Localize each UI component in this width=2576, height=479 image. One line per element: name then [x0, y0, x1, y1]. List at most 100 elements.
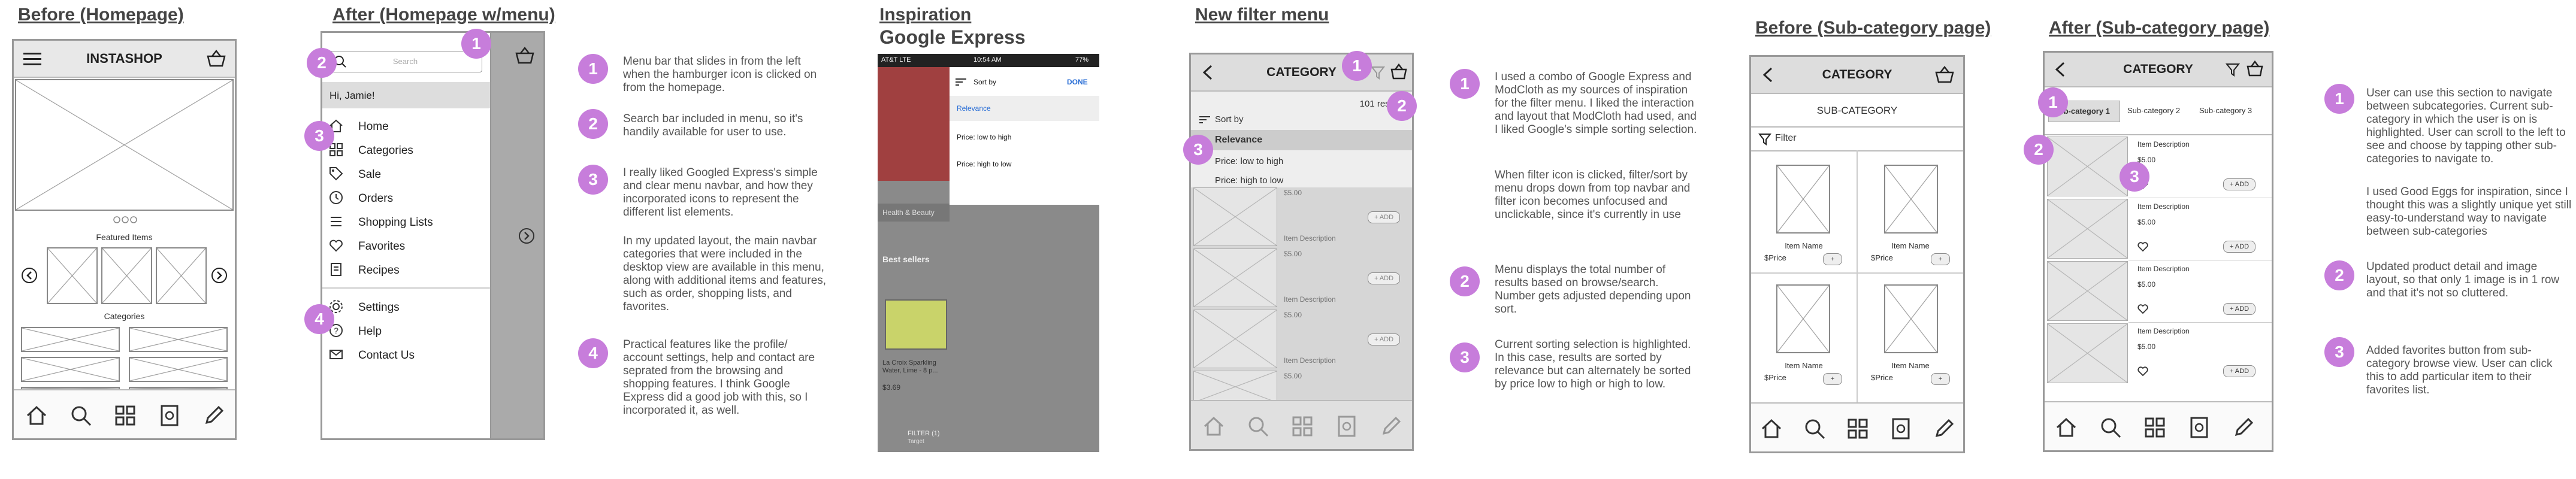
basket-icon[interactable] — [2246, 60, 2264, 77]
item-price: $5.00 — [1284, 189, 1302, 197]
category-tile-3[interactable] — [21, 357, 120, 382]
grid-icon[interactable] — [2143, 416, 2167, 439]
note-badge-2: 2 — [2324, 260, 2354, 290]
menu-item-home[interactable]: Home — [328, 116, 532, 137]
menu-item-contact-us[interactable]: Contact Us — [328, 344, 532, 366]
featured-item-1[interactable] — [47, 247, 98, 304]
category-tile-1[interactable] — [21, 327, 120, 352]
home-icon[interactable] — [1759, 417, 1783, 441]
sort-option-low-high[interactable]: Price: low to high — [1215, 156, 1283, 166]
section-title-before-homepage: Before (Homepage) — [18, 5, 184, 25]
menu-search-input[interactable]: Search — [328, 51, 482, 72]
filter-label: FILTER (1) — [908, 430, 940, 437]
lists-icon[interactable] — [2187, 416, 2211, 439]
sort-option-low-high[interactable]: Price: low to high — [957, 133, 1011, 141]
menu-item-label: Categories — [358, 144, 413, 157]
menu-item-shopping-lists[interactable]: Shopping Lists — [328, 211, 532, 233]
menu-divider — [322, 287, 490, 289]
home-icon[interactable] — [2054, 416, 2078, 439]
add-button[interactable]: + ADD — [2223, 241, 2255, 253]
search-icon[interactable] — [1803, 417, 1827, 441]
product-image[interactable] — [2047, 137, 2128, 196]
basket-icon[interactable] — [206, 49, 226, 67]
product-image[interactable] — [2047, 261, 2128, 321]
chevron-right-icon[interactable] — [211, 267, 228, 284]
note-text-3: Current sorting selection is highlighted… — [1495, 338, 1691, 390]
menu-item-label: Recipes — [358, 264, 400, 277]
heart-icon[interactable] — [2137, 242, 2148, 251]
add-button[interactable]: + ADD — [2223, 303, 2255, 315]
item-name: Item Name — [1785, 241, 1823, 250]
add-button: + ADD — [1368, 334, 1400, 345]
basket-icon[interactable] — [515, 46, 535, 64]
menu-item-orders[interactable]: Orders — [328, 187, 532, 209]
sort-option-relevance[interactable]: Relevance — [950, 96, 1099, 121]
filter-icon — [1758, 134, 1771, 145]
add-button[interactable]: + — [1823, 373, 1842, 385]
item-price: $5.00 — [2137, 218, 2156, 226]
search-icon[interactable] — [2099, 416, 2123, 439]
add-button[interactable]: + ADD — [2223, 365, 2255, 377]
note-badge-3: 3 — [1450, 342, 1480, 372]
chevron-left-icon[interactable] — [21, 267, 38, 284]
lists-icon[interactable] — [158, 404, 182, 428]
basket-icon[interactable] — [1934, 65, 1955, 83]
product-image[interactable] — [1884, 165, 1938, 234]
grid-icon[interactable] — [113, 404, 137, 428]
filter-icon[interactable] — [2226, 62, 2240, 77]
app-title: INSTASHOP — [86, 51, 162, 66]
product-image[interactable] — [1776, 165, 1830, 234]
tab-subcategory-3[interactable]: Sub-category 3 — [2199, 106, 2252, 115]
carousel-dots[interactable] — [113, 216, 137, 223]
search-icon[interactable] — [69, 404, 93, 428]
menu-item-recipes[interactable]: Recipes — [328, 259, 532, 281]
pencil-icon[interactable] — [202, 404, 226, 428]
heart-icon[interactable] — [2137, 304, 2148, 314]
greeting-text: Hi, Jamie! — [329, 90, 375, 101]
menu-item-settings[interactable]: Settings — [328, 296, 532, 318]
bottom-tab-bar — [1191, 400, 1412, 449]
menu-item-favorites[interactable]: Favorites — [328, 235, 532, 257]
add-button[interactable]: + — [1931, 253, 1950, 265]
note-text-1: User can use this section to navigate be… — [2366, 87, 2566, 165]
basket-icon[interactable] — [1390, 63, 1408, 80]
done-button[interactable]: DONE — [1067, 78, 1088, 86]
item-price: $Price — [1764, 253, 1786, 262]
category-tile-4[interactable] — [129, 357, 228, 382]
product-image[interactable] — [1776, 284, 1830, 353]
section-subtitle-google-express: Google Express — [879, 26, 1026, 48]
heart-icon[interactable] — [2137, 366, 2148, 376]
item-price: $Price — [1871, 373, 1893, 382]
home-icon[interactable] — [25, 404, 49, 428]
top-navbar: CATEGORY — [2045, 53, 2272, 87]
note-badge-4: 4 — [578, 338, 608, 368]
product-price: $3.69 — [882, 383, 901, 392]
featured-item-3[interactable] — [156, 247, 207, 304]
sort-option-label: Relevance — [1215, 135, 1263, 145]
add-button[interactable]: + — [1931, 373, 1950, 385]
lists-icon[interactable] — [1889, 417, 1913, 441]
category-tile-2[interactable] — [129, 327, 228, 352]
menu-item-sale[interactable]: Sale — [328, 163, 532, 185]
sort-option-relevance[interactable]: Relevance — [1191, 130, 1412, 150]
hero-banner-placeholder[interactable] — [15, 79, 234, 211]
menu-item-help[interactable]: ? Help — [328, 320, 532, 342]
add-button[interactable]: + — [1823, 253, 1842, 265]
product-image[interactable] — [2047, 199, 2128, 259]
lists-icon — [1338, 416, 1356, 437]
add-button[interactable]: + ADD — [2223, 178, 2255, 190]
callout-badge-1: 1 — [2038, 87, 2068, 117]
tab-subcategory-2[interactable]: Sub-category 2 — [2127, 106, 2180, 115]
pencil-icon[interactable] — [2232, 416, 2255, 439]
menu-item-categories[interactable]: Categories — [328, 140, 532, 161]
product-image[interactable] — [2047, 323, 2128, 383]
featured-item-2[interactable] — [101, 247, 152, 304]
item-description: Item Description — [1284, 356, 1336, 365]
filter-bar[interactable]: Filter — [1751, 126, 1963, 151]
sort-option-high-low[interactable]: Price: high to low — [957, 160, 1011, 168]
subcategory-title: SUB-CATEGORY — [1816, 105, 1898, 116]
product-image[interactable] — [1884, 284, 1938, 353]
pencil-icon[interactable] — [1932, 417, 1956, 441]
sort-option-high-low[interactable]: Price: high to low — [1215, 175, 1283, 186]
grid-icon[interactable] — [1846, 417, 1870, 441]
